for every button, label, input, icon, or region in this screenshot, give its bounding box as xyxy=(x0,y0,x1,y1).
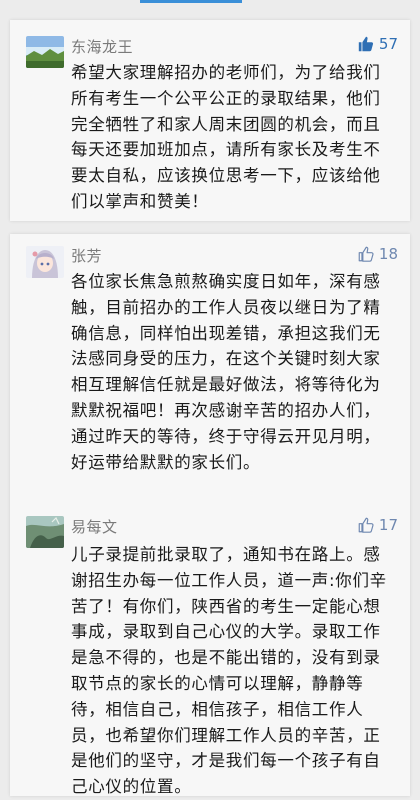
like-count: 57 xyxy=(378,35,398,53)
header-tab-indicator xyxy=(140,0,242,3)
comment-text: 希望大家理解招办的老师们，为了给我们所有考生一个公平公正的录取结果，他们完全牺牲… xyxy=(71,63,381,211)
username[interactable]: 东海龙王 xyxy=(71,36,133,57)
thumbs-up-outline-icon xyxy=(357,245,375,263)
comment-card: 张芳 18 各位家长焦急煎熬确实度日如年，深有感触，目前招办的工作人员夜以继日为… xyxy=(10,234,410,796)
avatar[interactable] xyxy=(26,246,64,278)
comment-text: 各位家长焦急煎熬确实度日如年，深有感触，目前招办的工作人员夜以继日为了精确信息，… xyxy=(71,272,381,472)
avatar[interactable] xyxy=(26,36,64,68)
comment-card: 东海龙王 57 希望大家理解招办的老师们，为了给我们所有考生一个公平公正的录取结… xyxy=(10,20,410,221)
thumbs-up-filled-icon xyxy=(357,35,375,53)
like-button[interactable]: 18 xyxy=(357,245,398,263)
like-count: 17 xyxy=(378,516,398,534)
username[interactable]: 张芳 xyxy=(71,245,102,266)
like-button[interactable]: 57 xyxy=(357,35,398,53)
like-button[interactable]: 17 xyxy=(357,516,398,534)
like-count: 18 xyxy=(378,245,398,263)
avatar[interactable] xyxy=(26,516,64,548)
comment-text: 儿子录提前批录取了，通知书在路上。感谢招生办每一位工作人员，道一声:你们辛苦了！… xyxy=(71,545,387,797)
thumbs-up-outline-icon xyxy=(357,516,375,534)
username[interactable]: 易每文 xyxy=(71,516,118,537)
